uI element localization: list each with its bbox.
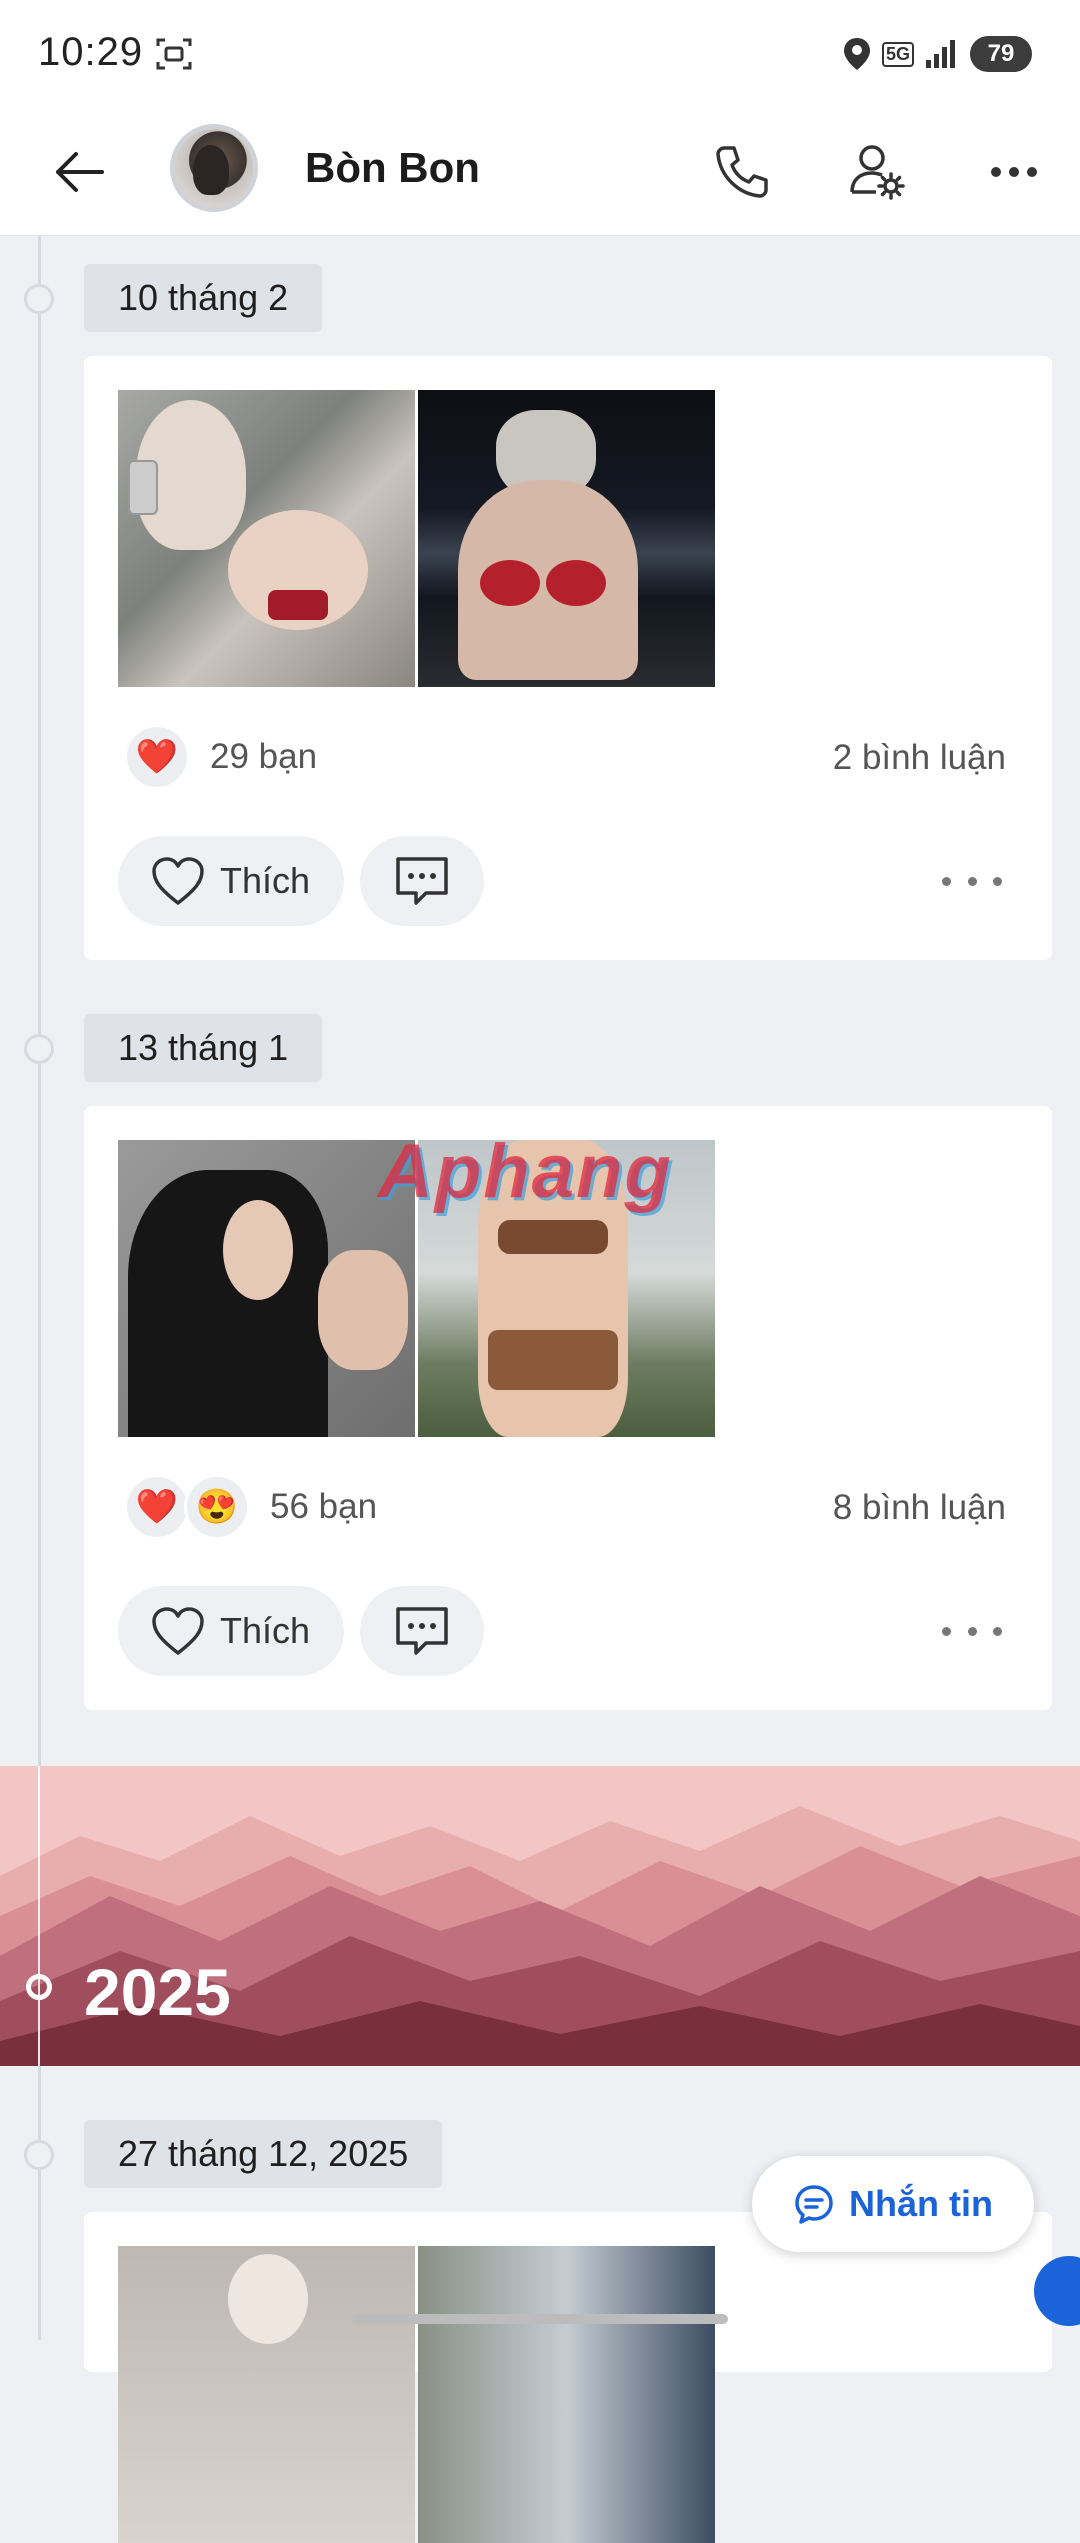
year-label: 2025 <box>84 1955 231 2029</box>
post-photo[interactable] <box>118 2246 415 2543</box>
timeline-dot <box>24 1034 54 1064</box>
dot-icon <box>967 876 977 886</box>
phone-icon[interactable] <box>710 140 774 204</box>
more-options-icon[interactable] <box>982 140 1046 204</box>
comment-count[interactable]: 2 bình luận <box>833 738 1006 778</box>
signal-icon <box>926 40 955 68</box>
post-more-button[interactable] <box>942 861 1002 901</box>
dot-icon <box>967 1626 977 1636</box>
timeline-line <box>38 1766 40 2066</box>
reaction-count: 56 bạn <box>270 1487 378 1526</box>
battery-level: 79 <box>987 40 1015 67</box>
screenshot-icon <box>156 38 192 70</box>
reaction-summary[interactable]: ❤️ 29 bạn <box>124 724 317 790</box>
network-label: 5G <box>881 41 914 67</box>
back-arrow-icon[interactable] <box>48 140 112 204</box>
location-icon <box>843 38 870 70</box>
post-card: ❤️ 29 bạn 2 bình luận Thích <box>84 356 1052 960</box>
post-more-button[interactable] <box>942 1611 1002 1651</box>
heart-outline-icon <box>152 857 204 905</box>
comment-button[interactable] <box>360 836 484 926</box>
reaction-count: 29 bạn <box>210 737 318 776</box>
timeline-dot <box>24 284 54 314</box>
like-button[interactable]: Thích <box>118 1586 344 1676</box>
status-time: 10:29 <box>38 30 144 74</box>
post-photo[interactable] <box>418 390 715 687</box>
photo-grid <box>118 2246 715 2543</box>
heart-reaction-icon: ❤️ <box>124 1474 190 1540</box>
date-chip: 27 tháng 12, 2025 <box>84 2120 443 2188</box>
post-photo[interactable] <box>118 390 415 687</box>
comment-bubble-icon <box>396 1607 448 1655</box>
dot-icon <box>993 1626 1002 1636</box>
photo-grid <box>118 390 715 687</box>
date-chip: 10 tháng 2 <box>84 264 323 332</box>
heart-outline-icon <box>152 1607 204 1655</box>
dot-icon <box>942 876 951 886</box>
year-banner: 2025 <box>0 1766 1080 2066</box>
comment-button[interactable] <box>360 1586 484 1676</box>
like-label: Thích <box>220 1610 311 1651</box>
post-photo[interactable] <box>418 2246 715 2543</box>
date-chip: 13 tháng 1 <box>84 1014 323 1082</box>
dot-icon <box>993 876 1002 886</box>
timeline-dot <box>24 2140 54 2170</box>
send-message-button[interactable]: Nhắn tin <box>752 2156 1034 2252</box>
avatar[interactable] <box>170 124 258 212</box>
like-label: Thích <box>220 860 311 901</box>
battery-indicator: 79 <box>970 36 1032 72</box>
status-icons: 5G 79 <box>842 36 1032 72</box>
heart-reaction-icon: ❤️ <box>124 724 190 790</box>
reaction-summary[interactable]: ❤️ 😍 56 bạn <box>124 1474 377 1540</box>
status-bar: 10:29 5G 79 <box>0 0 1080 110</box>
contact-name[interactable]: Bòn Bon <box>305 144 480 192</box>
send-message-label: Nhắn tin <box>849 2183 993 2224</box>
heart-eyes-reaction-icon: 😍 <box>184 1474 250 1540</box>
like-button[interactable]: Thích <box>118 836 344 926</box>
post-photo[interactable] <box>118 1140 415 1437</box>
user-settings-icon[interactable] <box>846 140 910 204</box>
watermark: Aphang <box>378 1129 673 1214</box>
dot-icon <box>942 1626 951 1636</box>
chat-header: Bòn Bon <box>0 110 1080 236</box>
comment-count[interactable]: 8 bình luận <box>833 1488 1006 1528</box>
timeline-dot <box>26 1974 52 2000</box>
home-indicator[interactable] <box>352 2314 728 2324</box>
message-icon <box>795 2185 833 2224</box>
comment-bubble-icon <box>396 857 448 905</box>
